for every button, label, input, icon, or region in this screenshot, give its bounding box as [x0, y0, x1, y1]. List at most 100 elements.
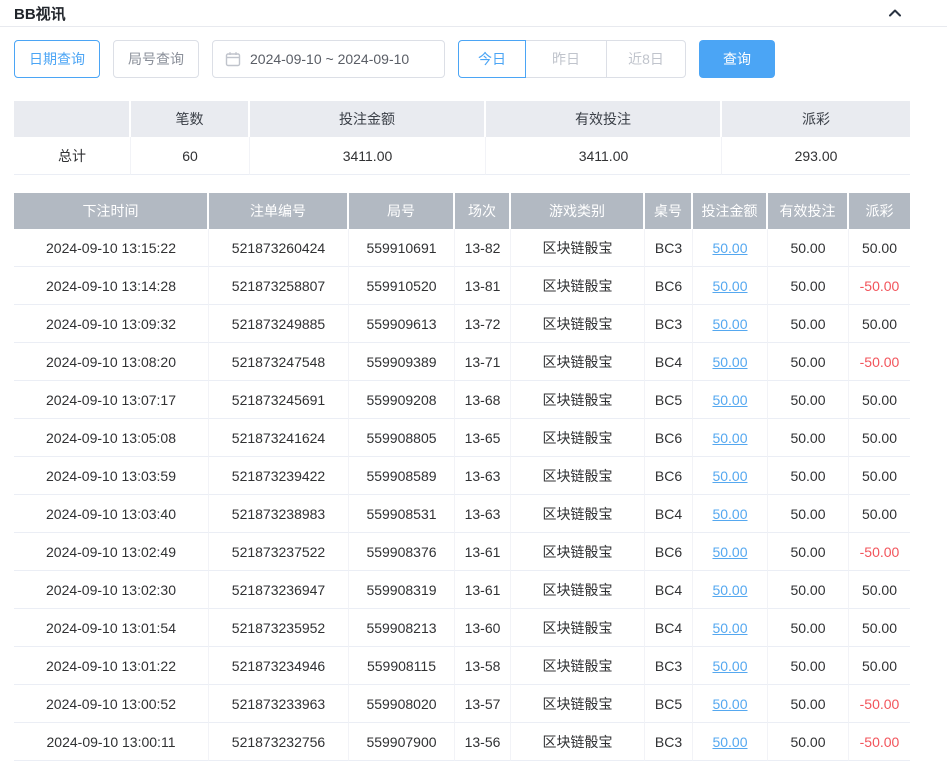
chevron-up-icon[interactable] [886, 4, 904, 22]
table-number: BC3 [645, 229, 693, 267]
summary-count-value: 60 [131, 137, 250, 175]
summary-valid-bet-value: 3411.00 [486, 137, 722, 175]
round-number: 559908805 [349, 419, 455, 457]
bet-amount-link[interactable]: 50.00 [712, 240, 747, 256]
bet-amount-link[interactable]: 50.00 [712, 278, 747, 294]
order-number: 521873233963 [209, 685, 349, 723]
order-number: 521873237522 [209, 533, 349, 571]
session: 13-82 [455, 229, 511, 267]
header-round-number: 局号 [349, 193, 455, 229]
table-row: 2024-09-10 13:00:52 521873233963 5599080… [14, 685, 910, 723]
bet-amount-link[interactable]: 50.00 [712, 430, 747, 446]
summary-header-row: 笔数 投注金额 有效投注 派彩 [14, 101, 910, 137]
bet-amount-link[interactable]: 50.00 [712, 392, 747, 408]
round-number: 559908213 [349, 609, 455, 647]
session: 13-60 [455, 609, 511, 647]
date-query-button[interactable]: 日期查询 [14, 40, 100, 78]
payout: 50.00 [849, 229, 910, 267]
game-type: 区块链骰宝 [511, 647, 645, 685]
bet-amount-link[interactable]: 50.00 [712, 544, 747, 560]
round-query-button[interactable]: 局号查询 [113, 40, 199, 78]
calendar-icon [225, 51, 241, 67]
table-number: BC4 [645, 495, 693, 533]
order-number: 521873234946 [209, 647, 349, 685]
bet-time: 2024-09-10 13:02:30 [14, 571, 209, 609]
bet-table-body: 2024-09-10 13:15:22 521873260424 5599106… [14, 229, 910, 761]
bet-amount-link[interactable]: 50.00 [712, 316, 747, 332]
bet-amount-link[interactable]: 50.00 [712, 354, 747, 370]
round-number: 559908589 [349, 457, 455, 495]
table-number: BC5 [645, 381, 693, 419]
table-row: 2024-09-10 13:15:22 521873260424 5599106… [14, 229, 910, 267]
table-row: 2024-09-10 13:03:40 521873238983 5599085… [14, 495, 910, 533]
bet-amount-link[interactable]: 50.00 [712, 658, 747, 674]
table-row: 2024-09-10 13:14:28 521873258807 5599105… [14, 267, 910, 305]
summary-header-payout: 派彩 [722, 101, 910, 137]
session: 13-57 [455, 685, 511, 723]
header-bet-amount: 投注金额 [693, 193, 768, 229]
bet-time: 2024-09-10 13:01:54 [14, 609, 209, 647]
bet-table-header-row: 下注时间 注单编号 局号 场次 游戏类别 桌号 投注金额 有效投注 派彩 [14, 193, 910, 229]
game-type: 区块链骰宝 [511, 305, 645, 343]
game-type: 区块链骰宝 [511, 609, 645, 647]
bet-amount-link[interactable]: 50.00 [712, 582, 747, 598]
game-type: 区块链骰宝 [511, 495, 645, 533]
round-number: 559910691 [349, 229, 455, 267]
summary-header-blank [14, 101, 131, 137]
bb-video-panel: BB视讯 日期查询 局号查询 2024-09-10 ~ 2024-09-10 今… [0, 0, 947, 761]
table-row: 2024-09-10 13:03:59 521873239422 5599085… [14, 457, 910, 495]
valid-bet: 50.00 [768, 381, 849, 419]
search-button[interactable]: 查询 [699, 40, 775, 78]
bet-time: 2024-09-10 13:09:32 [14, 305, 209, 343]
order-number: 521873249885 [209, 305, 349, 343]
today-button[interactable]: 今日 [458, 40, 526, 78]
header-session: 场次 [455, 193, 511, 229]
payout: -50.00 [849, 533, 910, 571]
valid-bet: 50.00 [768, 533, 849, 571]
session: 13-56 [455, 723, 511, 761]
game-type: 区块链骰宝 [511, 343, 645, 381]
table-row: 2024-09-10 13:01:22 521873234946 5599081… [14, 647, 910, 685]
table-number: BC4 [645, 571, 693, 609]
session: 13-72 [455, 305, 511, 343]
payout: 50.00 [849, 571, 910, 609]
order-number: 521873260424 [209, 229, 349, 267]
date-range-input[interactable]: 2024-09-10 ~ 2024-09-10 [212, 40, 445, 78]
round-number: 559907900 [349, 723, 455, 761]
round-number: 559910520 [349, 267, 455, 305]
summary-header-bet-amount: 投注金额 [250, 101, 486, 137]
session: 13-58 [455, 647, 511, 685]
payout: -50.00 [849, 343, 910, 381]
last-8-days-button[interactable]: 近8日 [606, 40, 686, 78]
session: 13-63 [455, 495, 511, 533]
payout: -50.00 [849, 685, 910, 723]
game-type: 区块链骰宝 [511, 723, 645, 761]
yesterday-button[interactable]: 昨日 [525, 40, 607, 78]
valid-bet: 50.00 [768, 267, 849, 305]
valid-bet: 50.00 [768, 685, 849, 723]
table-row: 2024-09-10 13:05:08 521873241624 5599088… [14, 419, 910, 457]
summary-total-label: 总计 [14, 137, 131, 175]
game-type: 区块链骰宝 [511, 419, 645, 457]
valid-bet: 50.00 [768, 647, 849, 685]
bet-time: 2024-09-10 13:00:52 [14, 685, 209, 723]
summary-total-row: 总计 60 3411.00 3411.00 293.00 [14, 137, 910, 175]
bet-amount-link[interactable]: 50.00 [712, 696, 747, 712]
round-number: 559908115 [349, 647, 455, 685]
table-row: 2024-09-10 13:02:49 521873237522 5599083… [14, 533, 910, 571]
header-bet-time: 下注时间 [14, 193, 209, 229]
bet-amount-link[interactable]: 50.00 [712, 468, 747, 484]
bet-time: 2024-09-10 13:02:49 [14, 533, 209, 571]
bet-time: 2024-09-10 13:08:20 [14, 343, 209, 381]
round-number: 559909613 [349, 305, 455, 343]
table-number: BC3 [645, 723, 693, 761]
date-range-value: 2024-09-10 ~ 2024-09-10 [250, 51, 409, 67]
table-row: 2024-09-10 13:01:54 521873235952 5599082… [14, 609, 910, 647]
header-table-number: 桌号 [645, 193, 693, 229]
game-type: 区块链骰宝 [511, 267, 645, 305]
game-type: 区块链骰宝 [511, 533, 645, 571]
bet-amount-link[interactable]: 50.00 [712, 506, 747, 522]
bet-amount-link[interactable]: 50.00 [712, 734, 747, 750]
table-number: BC6 [645, 457, 693, 495]
bet-amount-link[interactable]: 50.00 [712, 620, 747, 636]
